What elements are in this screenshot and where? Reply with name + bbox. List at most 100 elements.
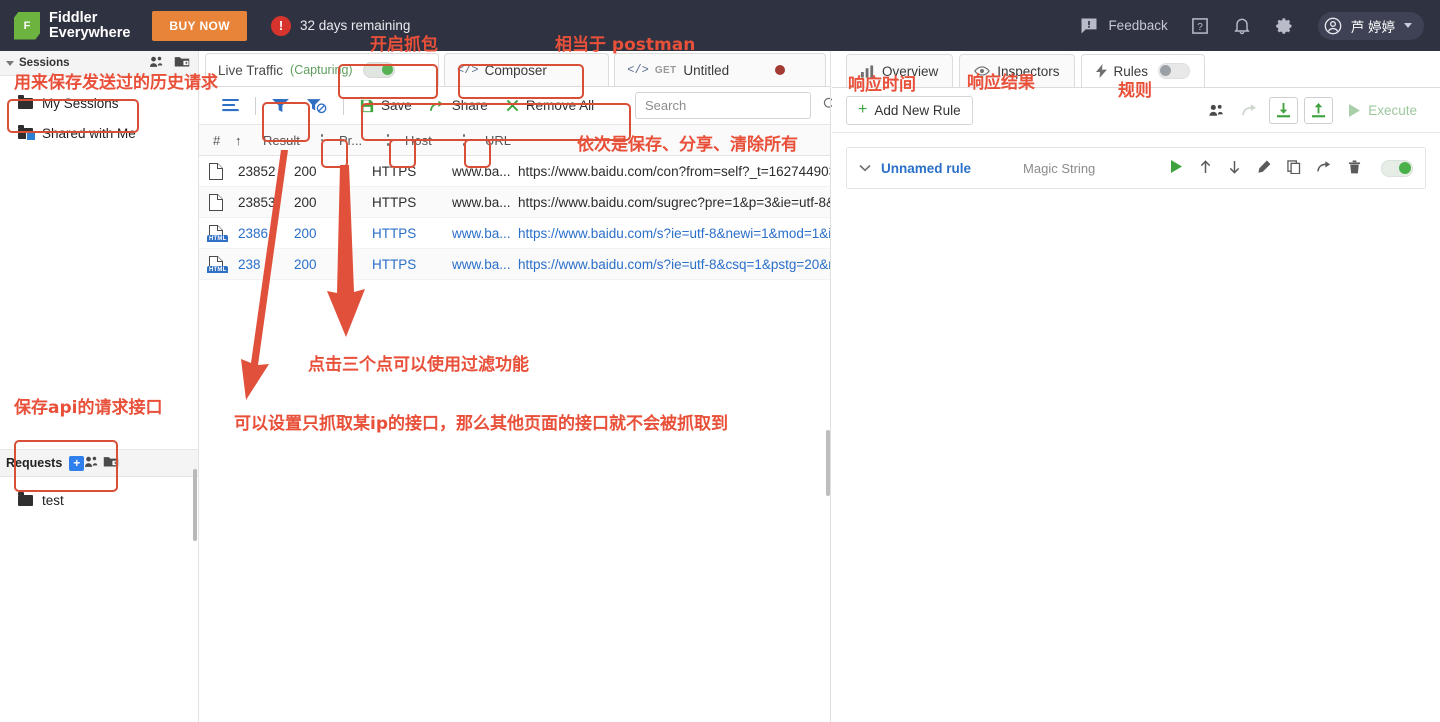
tab-rules[interactable]: Rules <box>1080 54 1206 87</box>
tab-live-traffic-label: Live Traffic <box>218 62 284 78</box>
session-protocol: HTTPS <box>372 256 417 272</box>
requests-section-header[interactable]: Requests + <box>0 449 198 477</box>
center-tabbar: Live Traffic (Capturing) </> Composer </… <box>199 51 831 87</box>
help-icon: ? <box>1190 16 1210 36</box>
share-sessions-icon[interactable] <box>149 55 164 71</box>
tab-live-traffic[interactable]: Live Traffic (Capturing) <box>205 53 439 86</box>
header-actions: Feedback ? 芦 婷婷 <box>1057 11 1424 40</box>
tab-untitled-request[interactable]: </> GET Untitled <box>614 53 826 86</box>
sidebar-item-label: My Sessions <box>42 95 119 111</box>
chevron-down-icon <box>6 60 14 66</box>
user-menu[interactable]: 芦 婷婷 <box>1317 11 1424 40</box>
sessions-section-header[interactable]: Sessions <box>0 51 198 76</box>
sidebar-item-my-sessions[interactable]: My Sessions <box>0 88 198 118</box>
result-column-menu-icon[interactable] <box>315 134 329 146</box>
notifications-button[interactable] <box>1232 16 1252 36</box>
capture-toggle[interactable] <box>362 62 395 78</box>
share-button[interactable]: Share <box>421 93 497 119</box>
toolbar-divider <box>343 96 344 115</box>
buy-now-button[interactable]: BUY NOW <box>152 10 248 41</box>
tab-rules-label: Rules <box>1113 63 1149 79</box>
column-header-result[interactable]: Result <box>263 133 300 148</box>
move-up-icon[interactable] <box>1199 159 1212 177</box>
table-row[interactable]: HTML 2386 200 HTTPS www.ba... https://ww… <box>199 218 831 249</box>
tab-overview[interactable]: Overview <box>846 54 954 87</box>
session-url: https://www.baidu.com/con?from=self?_t=1… <box>518 163 831 179</box>
rules-enable-toggle[interactable] <box>1158 63 1191 79</box>
add-request-button[interactable]: + <box>69 455 85 471</box>
close-icon <box>506 99 519 112</box>
table-row[interactable]: HTML 238 200 HTTPS www.ba... https://www… <box>199 249 831 280</box>
share-requests-icon[interactable] <box>84 456 103 471</box>
save-icon <box>360 99 374 113</box>
tab-composer[interactable]: </> Composer <box>444 53 610 86</box>
session-number: 23852 <box>238 163 276 179</box>
new-request-folder-icon[interactable] <box>103 456 119 471</box>
delete-rule-icon[interactable] <box>1348 160 1361 177</box>
filter-button[interactable] <box>263 93 298 119</box>
add-new-rule-button[interactable]: + Add New Rule <box>846 95 973 125</box>
sort-indicator-icon: ↑ <box>235 132 242 148</box>
table-row[interactable]: 23852 200 HTTPS www.ba... https://www.ba… <box>199 156 831 187</box>
tab-inspectors[interactable]: Inspectors <box>959 54 1075 87</box>
folder-icon <box>18 491 33 506</box>
column-header-host[interactable]: Host <box>405 133 432 148</box>
logo-letter: F <box>23 19 31 32</box>
html-document-icon: HTML <box>207 224 231 242</box>
chevron-down-icon[interactable] <box>859 164 871 172</box>
table-row[interactable]: 23853 200 HTTPS www.ba... https://www.ba… <box>199 187 831 218</box>
import-rules-icon[interactable] <box>1269 96 1299 124</box>
help-button[interactable]: ? <box>1190 16 1210 36</box>
document-icon <box>209 162 231 180</box>
eye-icon <box>974 65 991 77</box>
edit-rule-icon[interactable] <box>1257 160 1271 177</box>
share-rule-icon[interactable] <box>1317 160 1332 176</box>
column-header-url[interactable]: URL <box>485 133 511 148</box>
rule-enabled-toggle[interactable] <box>1381 159 1413 177</box>
search-box[interactable] <box>635 92 837 119</box>
app-logo: F Fiddler Everywhere <box>14 10 130 41</box>
sessions-section-actions <box>149 55 190 71</box>
share-rules-icon[interactable] <box>1203 98 1230 123</box>
sidebar-scrollbar[interactable] <box>193 469 197 541</box>
column-header-protocol[interactable]: Pr... <box>339 133 362 148</box>
remove-all-button[interactable]: Remove All <box>497 93 603 119</box>
sidebar-item-shared-with-me[interactable]: Shared with Me <box>0 118 198 148</box>
toolbar-divider <box>255 96 256 115</box>
tab-overview-label: Overview <box>882 63 939 79</box>
sessions-grid-header: # ↑ Result Pr... Host URL <box>199 125 831 156</box>
host-column-menu-icon[interactable] <box>457 134 471 146</box>
center-panel: Live Traffic (Capturing) </> Composer </… <box>199 51 837 722</box>
export-rules-icon[interactable] <box>1304 96 1334 124</box>
new-session-folder-icon[interactable] <box>174 55 190 71</box>
settings-button[interactable] <box>1274 16 1294 36</box>
column-header-number[interactable]: # <box>213 133 220 148</box>
traffic-toolbar: Save Share Remove All <box>199 87 837 125</box>
clear-filter-button[interactable] <box>298 93 336 119</box>
search-input[interactable] <box>643 97 823 114</box>
forward-rules-icon[interactable] <box>1236 98 1263 123</box>
user-name: 芦 婷婷 <box>1350 19 1395 35</box>
html-badge: HTML <box>207 234 229 242</box>
requests-section: Requests + test <box>0 449 198 515</box>
rule-list-item[interactable]: Unnamed rule Magic String <box>846 147 1426 189</box>
bell-icon <box>1232 16 1252 36</box>
http-verb: GET <box>654 64 677 76</box>
rule-name[interactable]: Unnamed rule <box>881 161 971 176</box>
run-rule-icon[interactable] <box>1170 160 1183 176</box>
execute-button[interactable]: Execute <box>1339 98 1426 123</box>
rule-actions <box>1170 159 1413 177</box>
duplicate-rule-icon[interactable] <box>1287 159 1301 177</box>
sidebar-item-test[interactable]: test <box>0 485 198 515</box>
session-result: 200 <box>294 194 317 210</box>
bolt-icon <box>1095 64 1107 78</box>
right-panel: Overview Inspectors Rules + Add New Rule <box>832 51 1440 722</box>
menu-button[interactable] <box>213 93 248 119</box>
html-badge: HTML <box>207 265 229 273</box>
move-down-icon[interactable] <box>1228 160 1241 177</box>
feedback-button[interactable]: Feedback <box>1079 16 1168 36</box>
protocol-column-menu-icon[interactable] <box>381 134 395 146</box>
save-button[interactable]: Save <box>351 93 421 119</box>
feedback-icon <box>1079 16 1099 36</box>
panel-splitter[interactable] <box>830 51 831 722</box>
